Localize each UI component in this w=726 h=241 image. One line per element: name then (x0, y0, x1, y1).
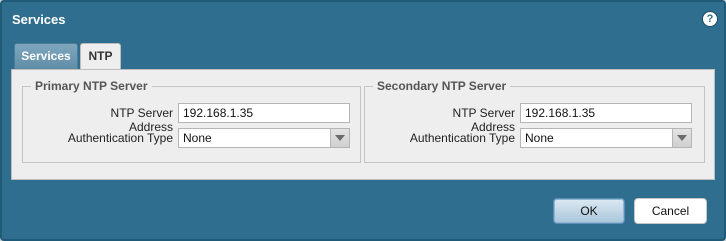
cancel-button[interactable]: Cancel (634, 198, 707, 224)
services-dialog: Services ? Services NTP Primary NTP Serv… (0, 0, 726, 241)
secondary-auth-select[interactable]: None (520, 128, 692, 148)
secondary-auth-label: Authentication Type (409, 131, 515, 145)
primary-address-label: NTP Server Address (110, 106, 173, 134)
primary-ntp-group: Primary NTP Server NTP Server Address 19… (22, 79, 361, 163)
secondary-ntp-legend: Secondary NTP Server (373, 79, 511, 93)
ok-button[interactable]: OK (553, 198, 625, 224)
help-icon[interactable]: ? (702, 11, 718, 27)
primary-auth-label: Authentication Type (67, 131, 173, 145)
primary-ntp-legend: Primary NTP Server (31, 79, 152, 93)
dialog-titlebar: Services ? (2, 2, 724, 38)
primary-auth-value: None (183, 131, 212, 145)
secondary-auth-value: None (525, 131, 554, 145)
primary-address-input[interactable]: 192.168.1.35 (178, 103, 350, 123)
chevron-down-icon[interactable] (672, 129, 691, 147)
tab-ntp[interactable]: NTP (80, 43, 121, 71)
secondary-ntp-group: Secondary NTP Server NTP Server Address … (364, 79, 705, 163)
ntp-panel: Primary NTP Server NTP Server Address 19… (11, 69, 715, 180)
secondary-address-label: NTP Server Address (452, 106, 515, 134)
dialog-title: Services (12, 12, 66, 27)
primary-auth-select[interactable]: None (178, 128, 350, 148)
secondary-address-input[interactable]: 192.168.1.35 (520, 103, 692, 123)
tab-services[interactable]: Services (14, 43, 78, 70)
chevron-down-icon[interactable] (330, 129, 349, 147)
